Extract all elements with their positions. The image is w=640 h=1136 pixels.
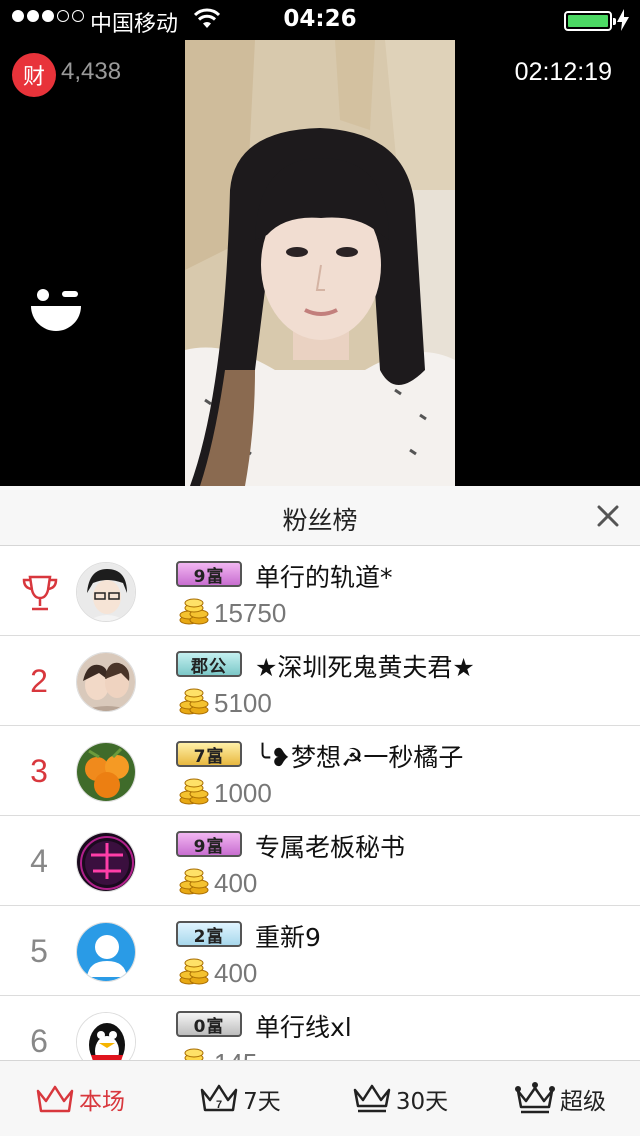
coins-icon bbox=[179, 688, 209, 715]
crown-super-icon bbox=[515, 1081, 555, 1113]
rank-number: 4 bbox=[30, 843, 48, 879]
list-item[interactable]: 3 7富 ╰❥梦想☭一秒橘子 1000 bbox=[0, 726, 640, 816]
avatar[interactable] bbox=[76, 922, 136, 982]
tab-label: 本场 bbox=[79, 1088, 125, 1115]
battery-icon bbox=[564, 11, 616, 31]
coin-amount: 400 bbox=[214, 958, 258, 988]
list-item[interactable]: 6 0富 单行线xl 145 bbox=[0, 996, 640, 1060]
crown-icon bbox=[36, 1085, 74, 1112]
status-bar: 中国移动 04:26 bbox=[0, 0, 640, 40]
level-badge: 9富 bbox=[176, 831, 242, 857]
wealth-badge-icon[interactable]: 财 bbox=[12, 53, 56, 97]
level-badge: 郡公 bbox=[176, 651, 242, 677]
list-item[interactable]: 9富 单行的轨道* 15750 bbox=[0, 546, 640, 636]
crown-7-icon: 7 bbox=[200, 1084, 238, 1111]
level-badge: 0富 bbox=[176, 1011, 242, 1037]
coins-icon bbox=[179, 868, 209, 895]
ranking-tab-bar: 本场 7 7天 30天 超级 bbox=[0, 1060, 640, 1136]
live-video[interactable] bbox=[185, 40, 455, 486]
fan-name: 单行的轨道* bbox=[255, 563, 393, 592]
coins-icon bbox=[184, 1048, 204, 1060]
tab-label: 7天 bbox=[243, 1088, 281, 1115]
avatar[interactable] bbox=[76, 652, 136, 712]
tab-this-show[interactable]: 本场 bbox=[0, 1061, 160, 1136]
live-duration: 02:12:19 bbox=[514, 58, 612, 86]
fan-name: 专属老板秘书 bbox=[255, 833, 406, 862]
fan-name: 单行线xl bbox=[255, 1013, 352, 1042]
avatar[interactable] bbox=[76, 742, 136, 802]
fan-name: ★深圳死鬼黄夫君★ bbox=[255, 653, 475, 682]
rank-number: 3 bbox=[30, 753, 48, 789]
close-icon[interactable] bbox=[594, 502, 622, 530]
level-badge: 7富 bbox=[176, 741, 242, 767]
list-item[interactable]: 4 9富 专属老板秘书 400 bbox=[0, 816, 640, 906]
coin-amount: 15750 bbox=[214, 598, 287, 628]
coin-amount: 1000 bbox=[214, 778, 272, 808]
fans-ranking-sheet: 粉丝榜 9富 单行的轨道* 15750 2 郡公 ★深圳死鬼黄夫君★ 5100 … bbox=[0, 486, 640, 1136]
video-frame bbox=[185, 40, 455, 486]
coins-icon bbox=[179, 958, 209, 985]
level-badge: 2富 bbox=[176, 921, 242, 947]
sheet-title: 粉丝榜 bbox=[282, 506, 358, 535]
list-item[interactable]: 2 郡公 ★深圳死鬼黄夫君★ 5100 bbox=[0, 636, 640, 726]
avatar[interactable] bbox=[76, 1012, 136, 1060]
trophy-icon bbox=[22, 575, 58, 611]
crown-icon bbox=[353, 1084, 391, 1112]
coin-amount: 145 bbox=[214, 1048, 257, 1060]
fans-list[interactable]: 9富 单行的轨道* 15750 2 郡公 ★深圳死鬼黄夫君★ 5100 3 7富… bbox=[0, 546, 640, 1060]
list-item[interactable]: 5 2富 重新9 400 bbox=[0, 906, 640, 996]
coin-amount: 5100 bbox=[214, 688, 272, 718]
tab-super[interactable]: 超级 bbox=[480, 1061, 640, 1136]
sheet-header: 粉丝榜 bbox=[0, 486, 640, 546]
coin-amount: 400 bbox=[214, 868, 258, 898]
crown-number: 7 bbox=[216, 1099, 222, 1111]
rank-number: 2 bbox=[30, 663, 48, 699]
tab-label: 30天 bbox=[395, 1088, 449, 1115]
emoji-face-icon[interactable] bbox=[30, 286, 82, 334]
tab-label: 超级 bbox=[560, 1088, 606, 1115]
tab-7-days[interactable]: 7 7天 bbox=[160, 1061, 320, 1136]
rank-number: 5 bbox=[30, 933, 48, 969]
charging-icon bbox=[617, 9, 629, 31]
tab-30-days[interactable]: 30天 bbox=[320, 1061, 480, 1136]
coins-icon bbox=[179, 778, 209, 805]
fan-name: 重新9 bbox=[255, 923, 321, 952]
clock: 04:26 bbox=[283, 6, 357, 32]
level-badge: 9富 bbox=[176, 561, 242, 587]
coins-icon bbox=[179, 598, 209, 625]
avatar[interactable] bbox=[76, 832, 136, 892]
wealth-count: 4,438 bbox=[61, 58, 122, 85]
rank-number: 6 bbox=[30, 1023, 48, 1059]
fan-name: ╰❥梦想☭一秒橘子 bbox=[255, 743, 464, 772]
avatar[interactable] bbox=[76, 562, 136, 622]
